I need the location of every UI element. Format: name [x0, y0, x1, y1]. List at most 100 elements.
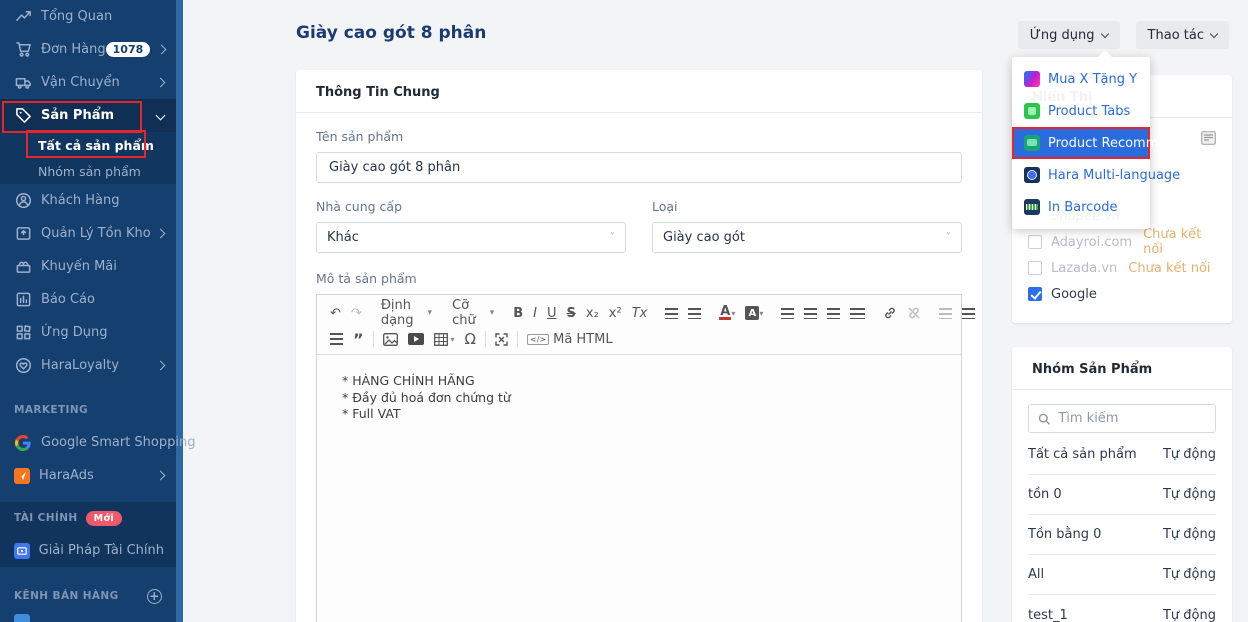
select-caret-icon: ˅ — [946, 232, 951, 243]
page-title: Giày cao gót 8 phân — [296, 23, 487, 43]
marketing-section-header: MARKETING — [14, 404, 89, 416]
menu-item-hara-multi-language[interactable]: Hara Multi-language — [1012, 159, 1180, 191]
caret-down-icon — [1209, 29, 1219, 38]
bullet-list-button[interactable] — [683, 307, 706, 319]
description-content[interactable]: * HÀNG CHÍNH HÃNG * Đầy đủ hoá đơn chứng… — [317, 355, 961, 622]
ordered-list-button[interactable] — [660, 307, 683, 319]
menu-item-product-recommend[interactable]: Product Recommend — [1012, 127, 1183, 159]
sidebar-item-haraads[interactable]: HaraAds — [0, 459, 176, 492]
type-select[interactable]: Giày cao gót ˅ — [652, 222, 962, 253]
google-checkbox[interactable] — [1028, 287, 1042, 301]
bg-color-button[interactable]: A ▾ — [740, 306, 768, 320]
undo-button[interactable]: ↶ — [325, 306, 346, 321]
superscript-button[interactable]: x² — [604, 306, 627, 321]
sidebar-item-bao-cao[interactable]: Báo Cáo — [0, 283, 176, 316]
sidebar-item-van-chuyen[interactable]: Vận Chuyển — [0, 66, 176, 99]
channels-guide-icon[interactable] — [1201, 131, 1216, 149]
link-button[interactable] — [878, 306, 902, 320]
product-name-input[interactable] — [316, 152, 962, 183]
collection-row[interactable]: Tất cả sản phẩm Tự động — [1028, 435, 1216, 475]
new-badge: Mới — [85, 510, 123, 526]
subscript-button[interactable]: x₂ — [581, 306, 604, 321]
html-code-button[interactable]: </> Mã HTML — [522, 332, 618, 347]
sidebar-item-quan-ly-ton-kho[interactable]: Quản Lý Tồn Kho — [0, 217, 176, 250]
unlink-button[interactable] — [902, 306, 926, 320]
product-name-label: Tên sản phẩm — [316, 129, 404, 144]
truck-icon — [14, 74, 32, 92]
menu-item-mua-x-tang-y[interactable]: Mua X Tặng Y — [1012, 63, 1150, 95]
align-right-button[interactable] — [822, 307, 845, 319]
editor-toolbar: ↶ ↷ Định dạng ▾ Cỡ chữ ▾ B I U S x₂ x² T… — [317, 295, 976, 355]
sidebar-item-tong-quan[interactable]: Tổng Quan — [0, 0, 176, 33]
chevron-right-icon — [155, 77, 166, 88]
sidebar-item-don-hang[interactable]: Đơn Hàng 1078 — [0, 33, 176, 66]
add-channel-icon[interactable]: + — [147, 588, 162, 604]
collection-row[interactable]: Tồn bằng 0 Tự động — [1028, 515, 1216, 555]
font-size-dropdown[interactable]: Cỡ chữ ▾ — [446, 298, 500, 328]
blockquote-button[interactable]: ” — [348, 330, 369, 349]
caret-down-icon — [1100, 29, 1109, 38]
sidebar-item-ung-dung[interactable]: Ứng Dụng — [0, 316, 176, 349]
insert-table-button[interactable]: ▾ — [429, 332, 460, 346]
chevron-right-icon — [155, 228, 166, 239]
justify-button[interactable] — [845, 307, 870, 319]
sidebar-scrollbar[interactable] — [176, 0, 183, 622]
insert-image-button[interactable] — [378, 332, 403, 346]
promo-icon — [14, 258, 32, 276]
vendor-label: Nhà cung cấp — [316, 199, 402, 214]
sidebar-item-san-pham[interactable]: Sản Phẩm — [0, 99, 176, 132]
outdent-button[interactable] — [934, 307, 957, 319]
sidebar-item-nhom-san-pham[interactable]: Nhóm sản phẩm — [0, 158, 176, 184]
sidebar-item-khach-hang[interactable]: Khách Hàng — [0, 184, 176, 217]
sidebar-item-google-smart-shopping[interactable]: Google Smart Shopping — [0, 426, 195, 459]
special-char-button[interactable]: Ω — [460, 330, 481, 348]
channel-row-lazada: Lazada.vn Chưa kết nối — [1028, 255, 1220, 281]
collection-row[interactable]: All Tự động — [1028, 555, 1216, 595]
connection-status: Chưa kết nối — [1128, 260, 1211, 276]
channel-row-adayroi: Adayroi.com Chưa kết nối — [1028, 227, 1220, 257]
sidebar-item-label: Ứng Dụng — [41, 325, 108, 340]
menu-item-in-barcode[interactable]: In Barcode — [1012, 191, 1150, 223]
redo-button[interactable]: ↷ — [346, 306, 367, 321]
finance-icon — [14, 542, 30, 559]
strikethrough-button[interactable]: S — [562, 306, 581, 321]
indent-button[interactable] — [957, 307, 980, 319]
align-left-button[interactable] — [776, 307, 799, 319]
actions-button[interactable]: Thao tác — [1135, 21, 1229, 49]
clear-format-button[interactable]: Tx — [627, 306, 653, 321]
menu-item-product-tabs[interactable]: Product Tabs — [1012, 95, 1150, 127]
sidebar-item-giai-phap-tai-chinh[interactable]: Giải Pháp Tài Chính — [0, 534, 176, 567]
sidebar-item-label: HaraLoyalty — [41, 358, 120, 373]
line-height-button[interactable] — [325, 332, 348, 346]
vendor-select[interactable]: Khác ˅ — [316, 222, 626, 253]
lazada-checkbox[interactable] — [1028, 261, 1042, 275]
collection-row[interactable]: tồn 0 Tự động — [1028, 475, 1216, 515]
code-icon: </> — [527, 333, 550, 345]
hara-multi-language-icon — [1024, 167, 1040, 183]
general-info-card: Thông Tin Chung Tên sản phẩm Nhà cung cấ… — [296, 70, 982, 622]
search-input[interactable] — [1058, 411, 1206, 426]
sidebar-item-label: Báo Cáo — [41, 292, 95, 307]
product-submenu: Tất cả sản phẩm Nhóm sản phẩm — [0, 132, 176, 184]
bold-button[interactable]: B — [508, 306, 528, 321]
chevron-right-icon — [155, 470, 166, 481]
sidebar-item-haraloyalty[interactable]: HaraLoyalty — [0, 349, 176, 382]
format-dropdown[interactable]: Định dạng ▾ — [375, 298, 438, 328]
font-color-button[interactable]: A ▾ — [714, 305, 740, 320]
apps-icon — [14, 324, 32, 342]
sidebar-item-khuyen-mai[interactable]: Khuyến Mãi — [0, 250, 176, 283]
mua-x-tang-y-icon — [1024, 71, 1040, 87]
apps-button[interactable]: Ứng dụng — [1017, 21, 1120, 49]
cart-icon — [14, 41, 32, 59]
collection-mode: Tự động — [1162, 567, 1216, 582]
align-center-button[interactable] — [799, 307, 822, 319]
collection-row[interactable]: test_1 Tự động — [1028, 595, 1216, 622]
insert-video-button[interactable] — [403, 333, 429, 345]
italic-button[interactable]: I — [528, 306, 542, 321]
underline-button[interactable]: U — [542, 306, 562, 321]
collections-card: Nhóm Sản Phẩm Tất cả sản phẩmTự động tồn… — [1012, 347, 1232, 622]
channel-row-google: Google — [1028, 281, 1220, 307]
sidebar-item-tat-ca-san-pham[interactable]: Tất cả sản phẩm — [0, 132, 176, 158]
fullscreen-button[interactable] — [490, 332, 513, 346]
adayroi-checkbox[interactable] — [1028, 235, 1042, 249]
